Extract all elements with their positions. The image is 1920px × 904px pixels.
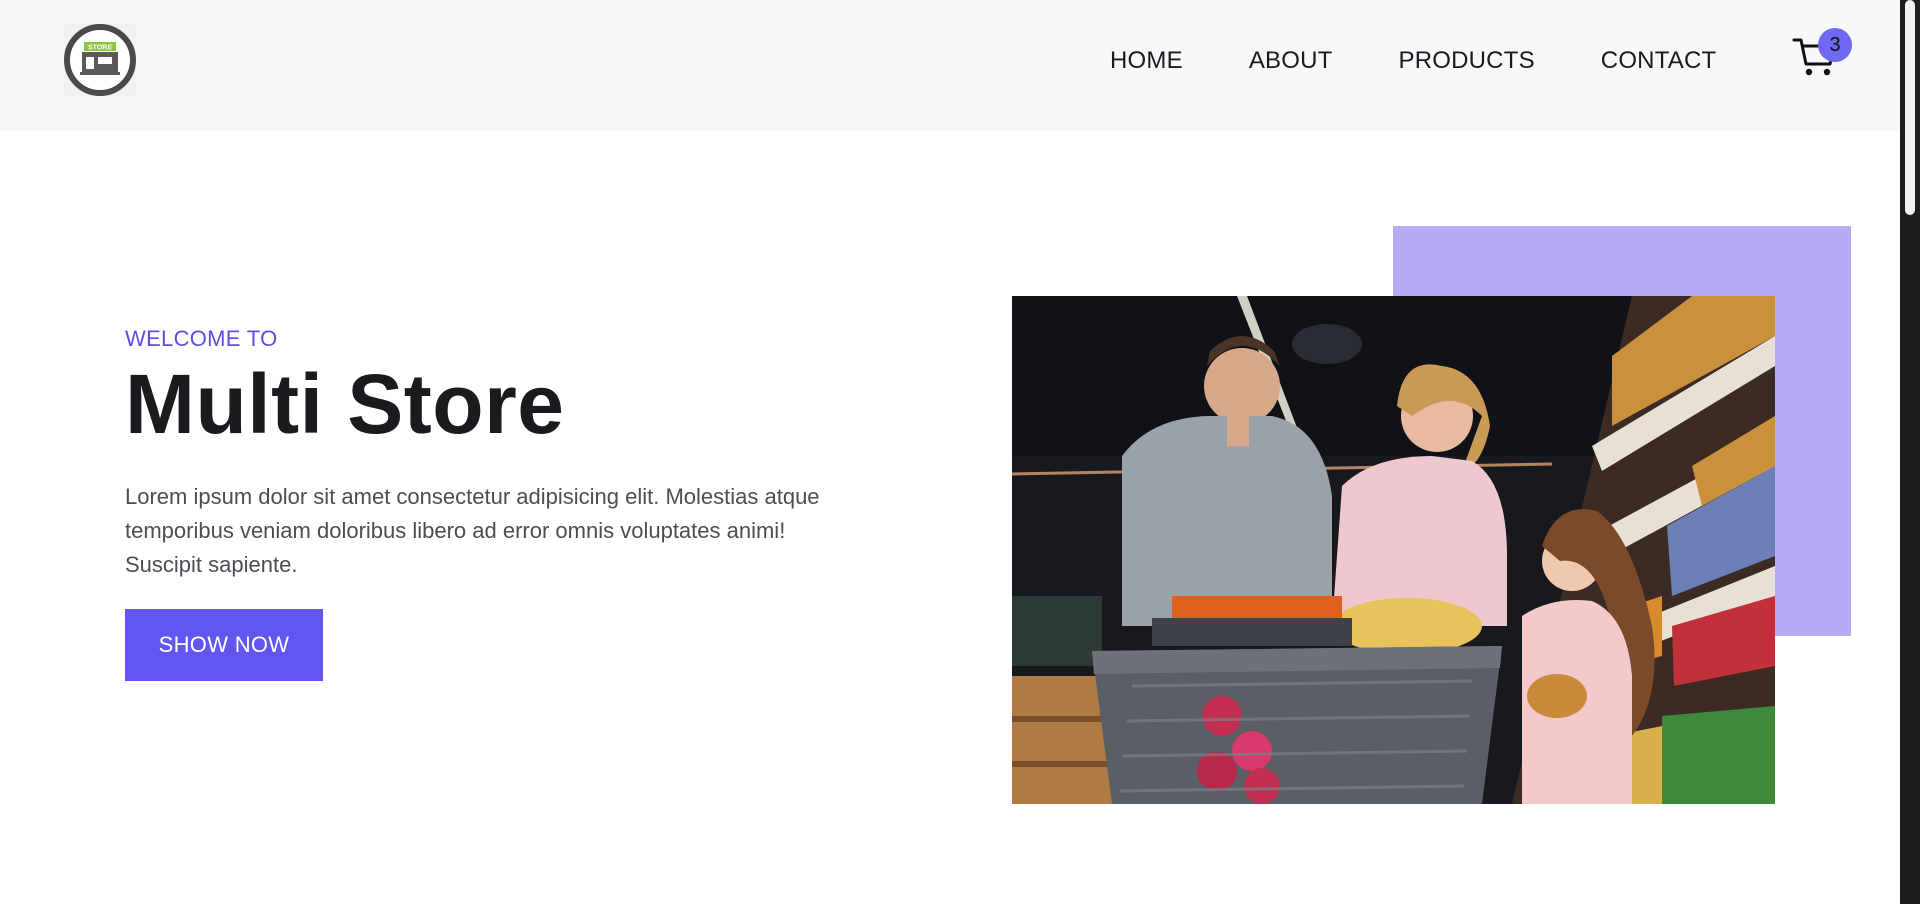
site-header: STORE HOME ABOUT PRODUCTS CONTACT 3 bbox=[0, 0, 1900, 131]
cart-count-badge: 3 bbox=[1818, 28, 1852, 62]
hero-title: Multi Store bbox=[125, 357, 565, 451]
hero-eyebrow: WELCOME TO bbox=[125, 326, 278, 351]
scrollbar-thumb[interactable] bbox=[1905, 0, 1915, 215]
store-logo-icon[interactable]: STORE bbox=[64, 24, 136, 96]
nav-home-link[interactable]: HOME bbox=[1110, 47, 1183, 75]
cart-button[interactable]: 3 bbox=[1788, 28, 1852, 90]
hero-description: Lorem ipsum dolor sit amet consectetur a… bbox=[125, 484, 820, 577]
nav-contact-link[interactable]: CONTACT bbox=[1601, 47, 1717, 75]
nav-about-link[interactable]: ABOUT bbox=[1249, 47, 1333, 75]
main-nav: HOME ABOUT PRODUCTS CONTACT bbox=[1110, 47, 1716, 75]
store-logo-svg: STORE bbox=[64, 24, 136, 96]
page-scrollbar[interactable] bbox=[1900, 0, 1920, 904]
hero-photo-illustration bbox=[1012, 296, 1775, 804]
nav-products-link[interactable]: PRODUCTS bbox=[1399, 47, 1535, 75]
family-shopping-photo bbox=[1012, 296, 1775, 804]
logo-text: STORE bbox=[88, 45, 112, 52]
show-now-button[interactable]: SHOW NOW bbox=[125, 609, 323, 681]
